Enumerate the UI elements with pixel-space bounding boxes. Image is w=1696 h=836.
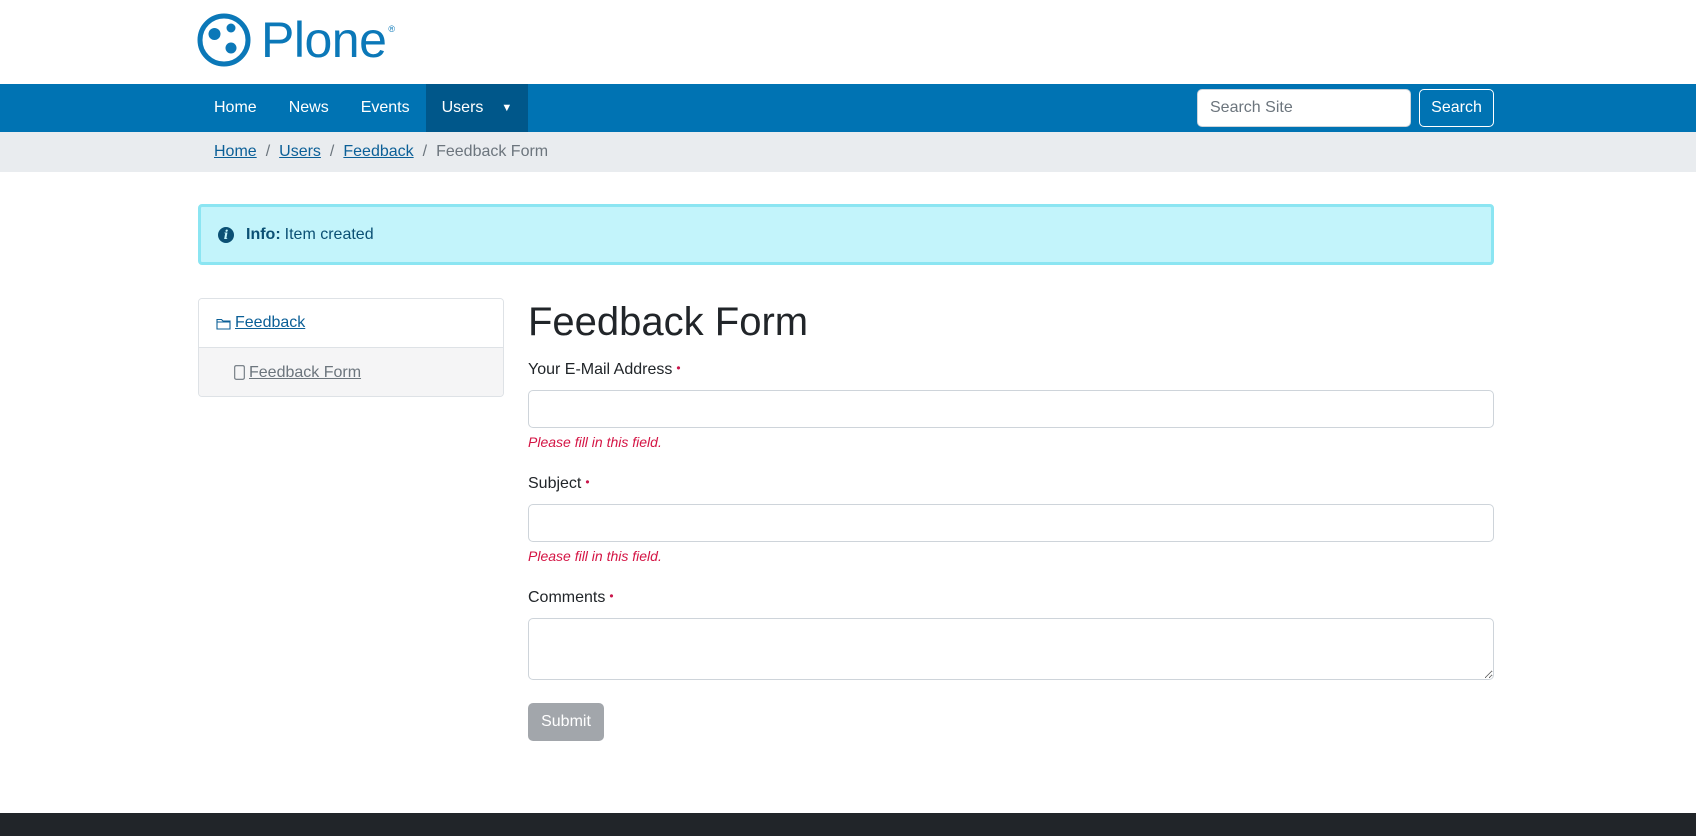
nav-items: Home News Events Users ▼: [198, 84, 529, 132]
email-error: Please fill in this field.: [528, 434, 662, 450]
email-field[interactable]: [528, 390, 1494, 428]
document-icon: [234, 365, 245, 380]
portlet-folder-label: Feedback: [235, 314, 306, 331]
breadcrumb-feedback[interactable]: Feedback: [343, 143, 413, 161]
portlet-item-label: Feedback Form: [249, 363, 362, 381]
search-input[interactable]: [1197, 89, 1411, 127]
nav-item-events[interactable]: Events: [345, 84, 426, 132]
subject-error: Please fill in this field.: [528, 548, 662, 564]
site-footer: [0, 813, 1696, 836]
page-title: Feedback Form: [528, 300, 809, 344]
required-marker: •: [585, 475, 590, 489]
nav-item-label: Users: [441, 99, 484, 116]
breadcrumb-bar: Home / Users / Feedback / Feedback Form: [0, 132, 1696, 172]
breadcrumb-home[interactable]: Home: [214, 143, 257, 161]
subject-field[interactable]: [528, 504, 1494, 542]
email-label-text: Your E-Mail Address: [528, 361, 673, 378]
comments-label-text: Comments: [528, 589, 606, 606]
folder-icon: [216, 318, 231, 330]
portlet-item-feedback-form: Feedback Form: [199, 348, 503, 396]
breadcrumb-separator: /: [422, 143, 428, 160]
main-navigation: Home News Events Users ▼ Search: [0, 84, 1696, 132]
nav-item-news[interactable]: News: [273, 84, 345, 132]
nav-item-home[interactable]: Home: [198, 84, 273, 132]
logo-text: Plone: [261, 12, 387, 68]
comments-textarea[interactable]: [528, 618, 1494, 680]
subject-field-group: Subject • Please fill in this field.: [528, 472, 1494, 564]
comments-label: Comments •: [528, 586, 1494, 608]
search-button[interactable]: Search: [1419, 89, 1494, 127]
alert-title: Info:: [246, 225, 281, 243]
subject-label-text: Subject: [528, 475, 582, 492]
required-marker: •: [609, 589, 614, 603]
plone-logo[interactable]: Plone ®: [197, 12, 395, 68]
email-field-group: Your E-Mail Address • Please fill in this…: [528, 358, 1494, 450]
site-header: Plone ®: [0, 0, 1696, 84]
info-alert: i Info: Item created: [198, 204, 1494, 265]
breadcrumb-users[interactable]: Users: [279, 143, 321, 161]
portlet-folder-link[interactable]: Feedback: [216, 314, 305, 332]
subject-label: Subject •: [528, 472, 1494, 494]
breadcrumb-current: Feedback Form: [436, 143, 549, 160]
nav-item-label: Events: [360, 99, 410, 116]
navigation-portlet: Feedback Feedback Form: [198, 298, 504, 397]
nav-item-label: News: [288, 99, 329, 116]
info-icon: i: [218, 226, 234, 243]
breadcrumb-separator: /: [329, 143, 335, 160]
breadcrumb: Home / Users / Feedback / Feedback Form: [214, 132, 548, 172]
caret-down-icon[interactable]: ▼: [501, 102, 512, 114]
alert-message: Item created: [284, 225, 374, 243]
plone-logo-icon: [197, 13, 251, 67]
main-content: Feedback Form Your E-Mail Address • Pleas…: [528, 296, 1494, 741]
breadcrumb-separator: /: [265, 143, 271, 160]
email-label: Your E-Mail Address •: [528, 358, 1494, 380]
required-marker: •: [676, 361, 681, 375]
nav-item-label: Home: [214, 99, 257, 116]
portlet-item-link[interactable]: Feedback Form: [234, 364, 361, 382]
nav-item-users[interactable]: Users ▼: [425, 84, 529, 132]
comments-field-group: Comments •: [528, 586, 1494, 680]
portlet-header: Feedback: [199, 299, 503, 348]
submit-button[interactable]: Submit: [528, 703, 604, 741]
registered-mark: ®: [388, 24, 396, 34]
